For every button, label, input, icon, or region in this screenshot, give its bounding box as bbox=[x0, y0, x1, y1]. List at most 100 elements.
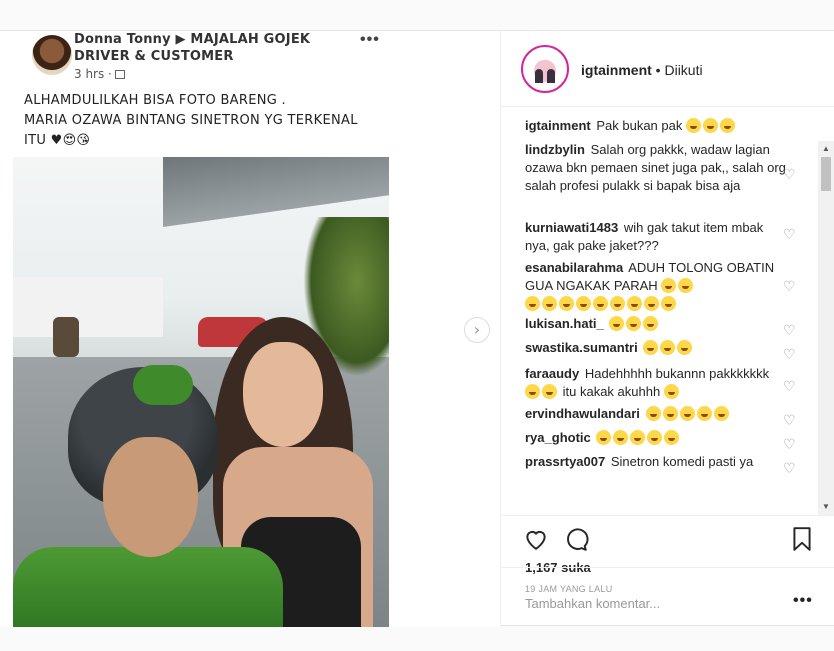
post-text: ALHAMDULILKAH BISA FOTO BARENG . MARIA O… bbox=[24, 91, 384, 151]
comment-like-heart-icon[interactable]: ♡ bbox=[783, 324, 796, 338]
more-icon: ••• bbox=[360, 31, 380, 48]
emoji-icon bbox=[643, 316, 659, 331]
emoji-icon bbox=[720, 118, 735, 133]
comment-item: faraaudy Hadehhhhh bukannn pakkkkkkk itu… bbox=[525, 365, 787, 401]
post-sidebar: igtainment • Diikuti igtainment Pak buka… bbox=[500, 31, 834, 627]
comment-username[interactable]: ervindhawulandari bbox=[525, 406, 640, 421]
more-options-icon[interactable]: ••• bbox=[793, 592, 813, 610]
comment-bubble-icon[interactable] bbox=[563, 526, 589, 552]
photo-woman-face bbox=[243, 342, 323, 447]
emoji-icon bbox=[593, 296, 608, 311]
comment-list: igtainment Pak bukan pak lindzbylin Sala… bbox=[501, 107, 834, 515]
emoji-icon bbox=[678, 278, 694, 293]
profile-avatar[interactable] bbox=[521, 45, 569, 93]
privacy-icon bbox=[114, 70, 125, 79]
author-name: Donna Tonny ▶ MAJALAH GOJEK DRIVER & CUS… bbox=[74, 31, 374, 65]
header-user: igtainment • Diikuti bbox=[581, 62, 703, 78]
post-header: igtainment • Diikuti bbox=[501, 31, 834, 107]
carousel-next-button[interactable]: › bbox=[464, 317, 490, 343]
photo-helmet-stripe bbox=[133, 365, 193, 405]
emoji-icon bbox=[525, 384, 540, 399]
facebook-screenshot: Donna Tonny ▶ MAJALAH GOJEK DRIVER & CUS… bbox=[8, 31, 389, 627]
comment-username[interactable]: kurniawati1483 bbox=[525, 220, 618, 235]
emoji-icon bbox=[661, 296, 676, 311]
emoji-icon bbox=[610, 296, 625, 311]
emoji-icon bbox=[647, 430, 663, 445]
emoji-icon bbox=[661, 278, 677, 293]
post-text-line-2: MARIA OZAWA BINTANG SINETRON YG TERKENAL bbox=[24, 113, 358, 128]
emoji-icon bbox=[542, 384, 557, 399]
emoji-icon bbox=[644, 296, 659, 311]
emoji-icon bbox=[627, 296, 642, 311]
emoji-icon bbox=[696, 406, 712, 421]
emoji-icon bbox=[662, 406, 678, 421]
emoji-icon bbox=[686, 118, 701, 133]
comments-scrollbar[interactable]: ▲ ▼ bbox=[818, 141, 834, 515]
post-text-line-3: ITU ♥😍😘 bbox=[24, 133, 91, 148]
emoji-icon bbox=[596, 430, 612, 445]
comment-like-heart-icon[interactable]: ♡ bbox=[783, 348, 796, 362]
add-comment-input[interactable]: Tambahkan komentar... bbox=[525, 596, 660, 611]
comment-username[interactable]: lindzbylin bbox=[525, 142, 585, 157]
emoji-icon bbox=[559, 296, 574, 311]
comment-item: esanabilarahma ADUH TOLONG OBATIN GUA NG… bbox=[525, 259, 787, 313]
comment-text: Pak bukan pak bbox=[596, 118, 683, 133]
selfie-photo bbox=[13, 157, 389, 627]
emoji-icon bbox=[630, 430, 646, 445]
emoji-icon bbox=[703, 118, 718, 133]
scroll-up-arrow[interactable]: ▲ bbox=[818, 141, 834, 157]
comment-item: lukisan.hati_ bbox=[525, 315, 787, 333]
emoji-icon bbox=[576, 296, 591, 311]
comment-like-heart-icon[interactable]: ♡ bbox=[783, 438, 796, 452]
avatar-figure-left bbox=[535, 69, 543, 83]
emoji-icon bbox=[660, 340, 676, 355]
photo-motorbike bbox=[53, 317, 79, 357]
comment-item: rya_ghotic bbox=[525, 429, 787, 447]
comment-item: swastika.sumantri bbox=[525, 339, 787, 357]
add-comment-bar: Tambahkan komentar... ••• bbox=[501, 567, 834, 627]
avatar-logo bbox=[527, 51, 563, 87]
comment-like-heart-icon[interactable]: ♡ bbox=[783, 228, 796, 242]
comment-username[interactable]: rya_ghotic bbox=[525, 430, 591, 445]
comment-like-heart-icon[interactable]: ♡ bbox=[783, 168, 796, 182]
bookmark-icon[interactable] bbox=[789, 526, 815, 552]
emoji-icon bbox=[542, 296, 557, 311]
comment-username[interactable]: igtainment bbox=[525, 118, 591, 133]
comment-username[interactable]: faraaudy bbox=[525, 366, 579, 381]
emoji-icon bbox=[643, 340, 659, 355]
comment-item: prassrtya007 Sinetron komedi pasti ya bbox=[525, 453, 787, 471]
comment-like-heart-icon[interactable]: ♡ bbox=[783, 414, 796, 428]
scroll-thumb[interactable] bbox=[821, 157, 831, 191]
post-time: 3 hrs · bbox=[74, 67, 125, 81]
emoji-icon bbox=[645, 406, 661, 421]
comment-username[interactable]: prassrtya007 bbox=[525, 454, 605, 469]
comment-item: ervindhawulandari bbox=[525, 405, 787, 423]
comment-item: kurniawati1483 wih gak takut item mbak n… bbox=[525, 219, 787, 255]
scroll-down-arrow[interactable]: ▼ bbox=[818, 499, 834, 515]
emoji-icon bbox=[677, 340, 693, 355]
follow-status[interactable]: Diikuti bbox=[664, 62, 702, 78]
emoji-icon bbox=[525, 296, 540, 311]
avatar-figure-right bbox=[547, 69, 555, 83]
like-heart-icon[interactable] bbox=[523, 526, 549, 552]
post-text-line-1: ALHAMDULILKAH BISA FOTO BARENG . bbox=[24, 93, 286, 108]
photo-wall bbox=[13, 277, 163, 337]
comment-username[interactable]: lukisan.hati_ bbox=[525, 316, 604, 331]
comment-like-heart-icon[interactable]: ♡ bbox=[783, 380, 796, 394]
post-modal: Donna Tonny ▶ MAJALAH GOJEK DRIVER & CUS… bbox=[0, 30, 834, 627]
header-username[interactable]: igtainment bbox=[581, 62, 652, 78]
comment-text: itu kakak akuhhh bbox=[562, 384, 661, 399]
comment-like-heart-icon[interactable]: ♡ bbox=[783, 462, 796, 476]
comment-like-heart-icon[interactable]: ♡ bbox=[783, 280, 796, 294]
emoji-icon bbox=[713, 406, 729, 421]
comment-text: Sinetron komedi pasti ya bbox=[610, 454, 754, 469]
post-media: Donna Tonny ▶ MAJALAH GOJEK DRIVER & CUS… bbox=[0, 31, 500, 627]
emoji-icon bbox=[679, 406, 695, 421]
photo-man-face bbox=[103, 437, 198, 557]
comment-username[interactable]: esanabilarahma bbox=[525, 260, 623, 275]
photo-green-jacket bbox=[13, 547, 283, 627]
emoji-icon bbox=[626, 316, 642, 331]
post-time-text: 3 hrs · bbox=[74, 67, 112, 81]
author-avatar bbox=[32, 35, 72, 75]
comment-username[interactable]: swastika.sumantri bbox=[525, 340, 638, 355]
